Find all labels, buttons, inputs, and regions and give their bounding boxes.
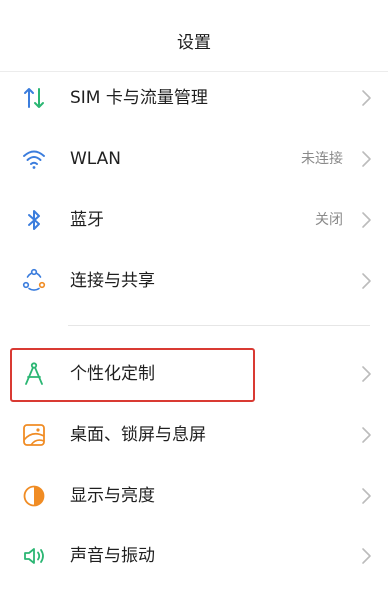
chevron-right-icon <box>360 211 372 229</box>
connection-share-icon <box>20 267 48 295</box>
chevron-right-icon <box>360 365 372 383</box>
chevron-right-icon <box>360 272 372 290</box>
speaker-icon <box>20 542 48 570</box>
compass-icon <box>20 360 48 388</box>
app-header: 设置 <box>0 0 388 72</box>
settings-item-label: 声音与振动 <box>70 546 155 566</box>
page-title: 设置 <box>177 33 211 53</box>
settings-item-value: 未连接 <box>301 151 343 167</box>
chevron-right-icon <box>360 547 372 565</box>
chevron-right-icon <box>360 487 372 505</box>
chevron-right-icon <box>360 89 372 107</box>
settings-item-label: 连接与共享 <box>70 271 155 291</box>
wallpaper-icon <box>20 421 48 449</box>
settings-item-sim[interactable]: SIM 卡与流量管理 <box>0 68 388 128</box>
settings-item-bluetooth[interactable]: 蓝牙 关闭 <box>0 190 388 250</box>
settings-item-label: 个性化定制 <box>70 364 155 384</box>
settings-item-connection-sharing[interactable]: 连接与共享 <box>0 251 388 311</box>
bluetooth-icon <box>20 206 48 234</box>
settings-item-sound-vibration[interactable]: 声音与振动 <box>0 526 388 586</box>
settings-item-value: 关闭 <box>315 212 343 228</box>
settings-item-desktop-lockscreen[interactable]: 桌面、锁屏与息屏 <box>0 405 388 465</box>
settings-item-label: WLAN <box>70 149 122 169</box>
settings-item-label: 显示与亮度 <box>70 486 155 506</box>
settings-item-label: 桌面、锁屏与息屏 <box>70 425 206 445</box>
brightness-icon <box>20 482 48 510</box>
settings-item-wlan[interactable]: WLAN 未连接 <box>0 129 388 189</box>
settings-item-label: 蓝牙 <box>70 210 104 230</box>
settings-item-display-brightness[interactable]: 显示与亮度 <box>0 466 388 526</box>
chevron-right-icon <box>360 426 372 444</box>
wifi-icon <box>20 145 48 173</box>
chevron-right-icon <box>360 150 372 168</box>
sim-data-icon <box>20 84 48 112</box>
settings-item-label: SIM 卡与流量管理 <box>70 88 208 108</box>
settings-item-personalization[interactable]: 个性化定制 <box>0 344 388 404</box>
section-divider <box>68 325 370 326</box>
